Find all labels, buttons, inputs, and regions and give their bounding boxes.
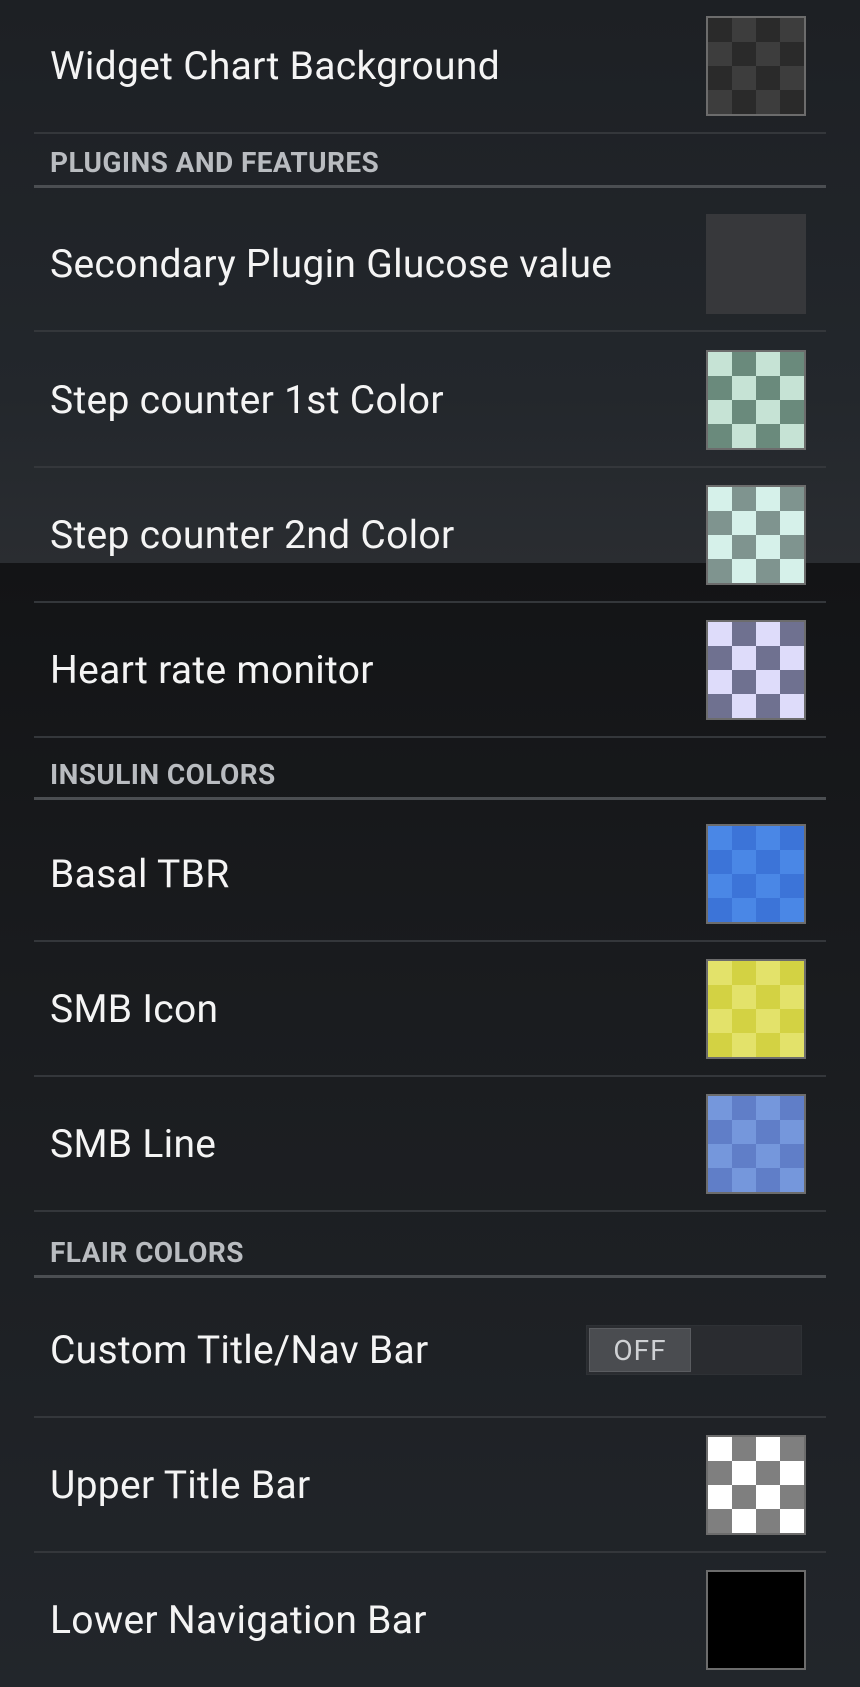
row-heart-rate-monitor[interactable]: Heart rate monitor <box>34 604 826 738</box>
row-label: Step counter 2nd Color <box>50 512 455 558</box>
section-insulin-colors: INSULIN COLORS <box>34 752 826 800</box>
row-basal-tbr[interactable]: Basal TBR <box>34 808 826 942</box>
row-label: Basal TBR <box>50 851 230 897</box>
row-smb-icon[interactable]: SMB Icon <box>34 943 826 1077</box>
color-swatch-lower-navigation-bar[interactable] <box>706 1570 806 1670</box>
color-swatch-basal-tbr[interactable] <box>706 824 806 924</box>
color-swatch-widget-chart-background[interactable] <box>706 16 806 116</box>
color-swatch-step-counter-1st[interactable] <box>706 350 806 450</box>
color-swatch-heart-rate-monitor[interactable] <box>706 620 806 720</box>
row-label: SMB Line <box>50 1121 217 1167</box>
section-flair-colors: FLAIR COLORS <box>34 1230 826 1278</box>
row-label: SMB Icon <box>50 986 219 1032</box>
color-swatch-upper-title-bar[interactable] <box>706 1435 806 1535</box>
row-label: Heart rate monitor <box>50 647 374 693</box>
row-label: Widget Chart Background <box>50 43 500 89</box>
section-title: INSULIN COLORS <box>50 758 276 791</box>
color-swatch-smb-line[interactable] <box>706 1094 806 1194</box>
section-title: FLAIR COLORS <box>50 1236 244 1269</box>
row-step-counter-2nd-color[interactable]: Step counter 2nd Color <box>34 469 826 603</box>
section-title: PLUGINS AND FEATURES <box>50 146 380 179</box>
row-upper-title-bar[interactable]: Upper Title Bar <box>34 1419 826 1553</box>
toggle-thumb-off: OFF <box>589 1328 691 1372</box>
settings-list: Widget Chart Background PLUGINS AND FEAT… <box>0 0 860 1687</box>
section-plugins-and-features: PLUGINS AND FEATURES <box>34 140 826 188</box>
color-swatch-smb-icon[interactable] <box>706 959 806 1059</box>
row-widget-chart-background[interactable]: Widget Chart Background <box>34 0 826 134</box>
row-label: Secondary Plugin Glucose value <box>50 241 613 287</box>
row-smb-line[interactable]: SMB Line <box>34 1078 826 1212</box>
row-label: Custom Title/Nav Bar <box>50 1327 429 1373</box>
row-label: Step counter 1st Color <box>50 377 444 423</box>
row-step-counter-1st-color[interactable]: Step counter 1st Color <box>34 334 826 468</box>
row-lower-navigation-bar[interactable]: Lower Navigation Bar <box>34 1553 826 1687</box>
row-custom-title-nav-bar[interactable]: Custom Title/Nav Bar OFF <box>34 1284 826 1418</box>
row-secondary-plugin-glucose-value[interactable]: Secondary Plugin Glucose value <box>34 198 826 332</box>
color-swatch-step-counter-2nd[interactable] <box>706 485 806 585</box>
custom-title-nav-bar-toggle[interactable]: OFF <box>586 1325 802 1375</box>
row-label: Lower Navigation Bar <box>50 1597 427 1643</box>
row-label: Upper Title Bar <box>50 1462 311 1508</box>
color-swatch-secondary-plugin-glucose[interactable] <box>706 214 806 314</box>
